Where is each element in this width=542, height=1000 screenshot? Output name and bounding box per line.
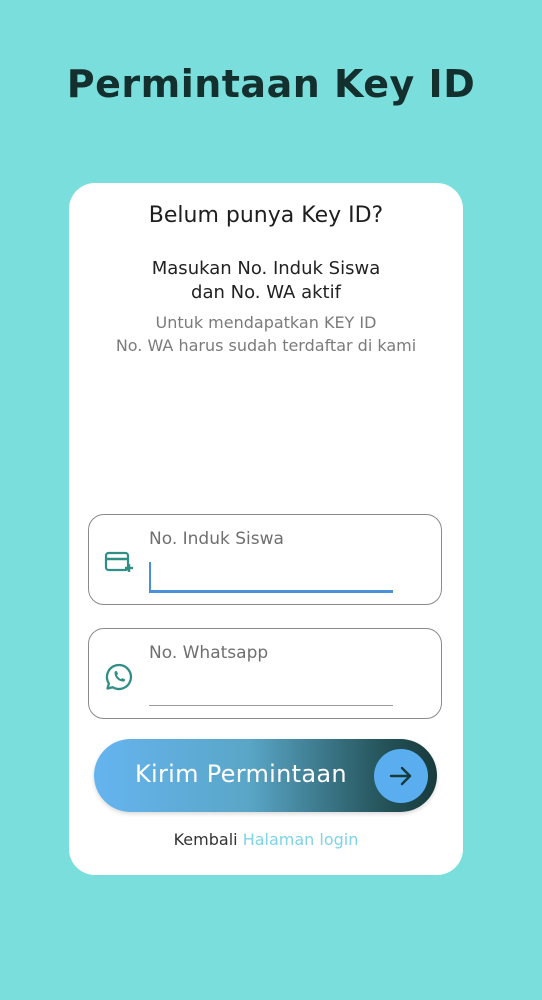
instruction-line-2: dan No. WA aktif	[191, 282, 341, 303]
instruction-line-1: Masukan No. Induk Siswa	[151, 258, 381, 279]
page-title: Permintaan Key ID	[66, 62, 476, 106]
nis-underline	[149, 590, 393, 593]
text-caret	[149, 562, 151, 590]
whatsapp-icon	[104, 662, 134, 692]
whatsapp-label: No. Whatsapp	[149, 643, 269, 663]
whatsapp-underline	[149, 705, 393, 706]
login-page-link[interactable]: Halaman login	[243, 830, 359, 849]
nis-label: No. Induk Siswa	[149, 529, 284, 549]
nis-input[interactable]	[149, 559, 393, 591]
submit-button-label: Kirim Permintaan	[135, 760, 347, 788]
request-card: Belum punya Key ID? Masukan No. Induk Si…	[69, 183, 463, 875]
whatsapp-input[interactable]	[149, 673, 393, 705]
card-heading: Belum punya Key ID?	[148, 203, 384, 228]
nis-field[interactable]: No. Induk Siswa	[88, 514, 442, 605]
back-text: Kembali	[173, 830, 238, 849]
add-card-icon	[104, 548, 134, 578]
whatsapp-field[interactable]: No. Whatsapp	[88, 628, 442, 719]
back-row: Kembali Halaman login	[69, 830, 463, 849]
note-line-1: Untuk mendapatkan KEY ID	[155, 313, 377, 332]
submit-request-button[interactable]: Kirim Permintaan	[94, 739, 437, 812]
arrow-right-icon	[374, 749, 428, 803]
note-line-2: No. WA harus sudah terdaftar di kami	[115, 336, 417, 355]
